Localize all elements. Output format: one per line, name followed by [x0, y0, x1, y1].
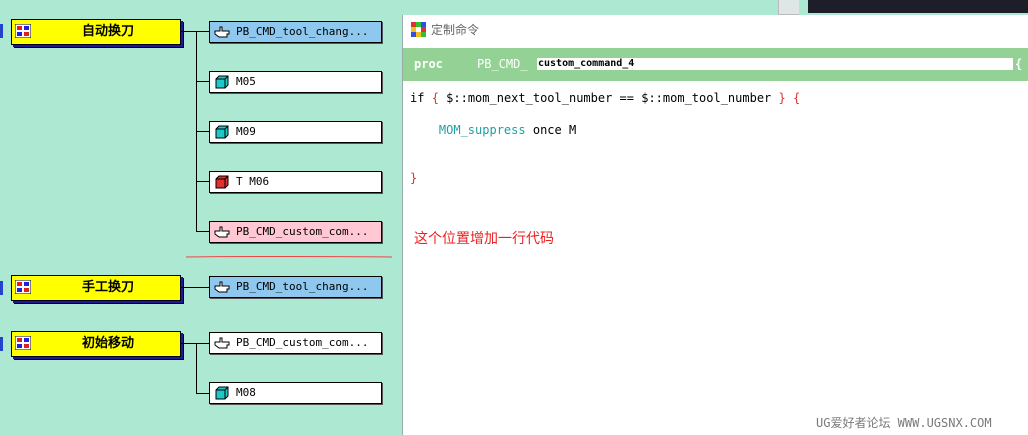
event-icon [15, 24, 31, 38]
proc-name-input[interactable] [537, 58, 1013, 70]
tree-left-marker [0, 337, 3, 351]
group-manual-tool-change[interactable]: 手工换刀 [11, 275, 181, 301]
code-line-close[interactable]: } [410, 171, 417, 185]
tree-connector [196, 181, 209, 182]
tree-item-cmd-selected[interactable]: PB_CMD_custom_com... [209, 221, 382, 243]
tree-connector [196, 81, 209, 82]
code-brace: { [792, 91, 801, 105]
group-initial-move[interactable]: 初始移动 [11, 331, 181, 357]
group-auto-tool-change[interactable]: 自动换刀 [11, 19, 181, 45]
annotation-underline [186, 256, 392, 258]
group-label: 初始移动 [81, 336, 134, 351]
proc-open-brace: { [1015, 57, 1023, 71]
code-keyword: if [410, 91, 425, 105]
code-args: once M [532, 123, 577, 137]
code-command: MOM_suppress [438, 123, 526, 137]
hand-pointer-icon [214, 26, 230, 38]
tree-item-block[interactable]: M08 [209, 382, 382, 404]
tree-connector [196, 393, 209, 394]
watermark: UG爱好者论坛 WWW.UGSNX.COM [816, 416, 992, 430]
item-label: PB_CMD_custom_com... [236, 225, 369, 238]
tree-left-marker [0, 24, 3, 38]
block-cube-icon [215, 75, 229, 89]
hand-pointer-icon [214, 337, 230, 349]
background-window-fragment-dark [808, 0, 1028, 13]
hand-pointer-icon [214, 226, 230, 238]
tree-connector [196, 343, 197, 393]
code-brace: } [410, 171, 418, 185]
proc-keyword: proc [414, 57, 443, 71]
proc-prefix: PB_CMD_ [477, 57, 528, 71]
item-label: PB_CMD_custom_com... [236, 336, 369, 349]
item-label: M08 [236, 386, 256, 399]
tree-item-cmd[interactable]: PB_CMD_tool_chang... [209, 276, 382, 298]
app-icon [411, 22, 426, 37]
item-label: PB_CMD_tool_chang... [236, 280, 369, 293]
code-brace: { [431, 91, 439, 105]
background-window-fragment [778, 0, 799, 15]
group-label: 手工换刀 [81, 280, 134, 295]
proc-header-bar: proc PB_CMD_ { [403, 48, 1028, 81]
tree-connector [196, 131, 209, 132]
tree-connector [181, 343, 209, 344]
tree-left-marker [0, 281, 3, 295]
item-label: T M06 [236, 175, 270, 188]
custom-command-window: 定制命令 proc PB_CMD_ { if { $::mom_next_too… [402, 15, 1028, 435]
block-cube-red-icon [215, 175, 229, 189]
code-line-suppress[interactable]: MOM_suppress once M [410, 123, 576, 137]
code-line-if[interactable]: if { $::mom_next_tool_number == $::mom_t… [410, 91, 800, 105]
item-label: M05 [236, 75, 256, 88]
tree-connector [181, 31, 209, 32]
tree-item-block[interactable]: T M06 [209, 171, 382, 193]
tree-item-cmd[interactable]: PB_CMD_tool_chang... [209, 21, 382, 43]
block-cube-icon [215, 386, 229, 400]
tree-connector [196, 231, 209, 232]
window-titlebar[interactable]: 定制命令 [403, 15, 1028, 43]
group-label: 自动换刀 [81, 24, 134, 39]
tree-item-block[interactable]: M09 [209, 121, 382, 143]
window-title: 定制命令 [431, 23, 480, 37]
tree-connector [181, 287, 209, 288]
code-condition: $::mom_next_tool_number == $::mom_tool_n… [446, 91, 772, 105]
event-icon [15, 280, 31, 294]
item-label: PB_CMD_tool_chang... [236, 25, 369, 38]
tree-item-block[interactable]: M05 [209, 71, 382, 93]
annotation-text: 这个位置增加一行代码 [414, 231, 554, 247]
code-brace: } [778, 91, 786, 105]
hand-pointer-icon [214, 281, 230, 293]
event-icon [15, 336, 31, 350]
item-label: M09 [236, 125, 256, 138]
block-cube-icon [215, 125, 229, 139]
tree-item-cmd[interactable]: PB_CMD_custom_com... [209, 332, 382, 354]
